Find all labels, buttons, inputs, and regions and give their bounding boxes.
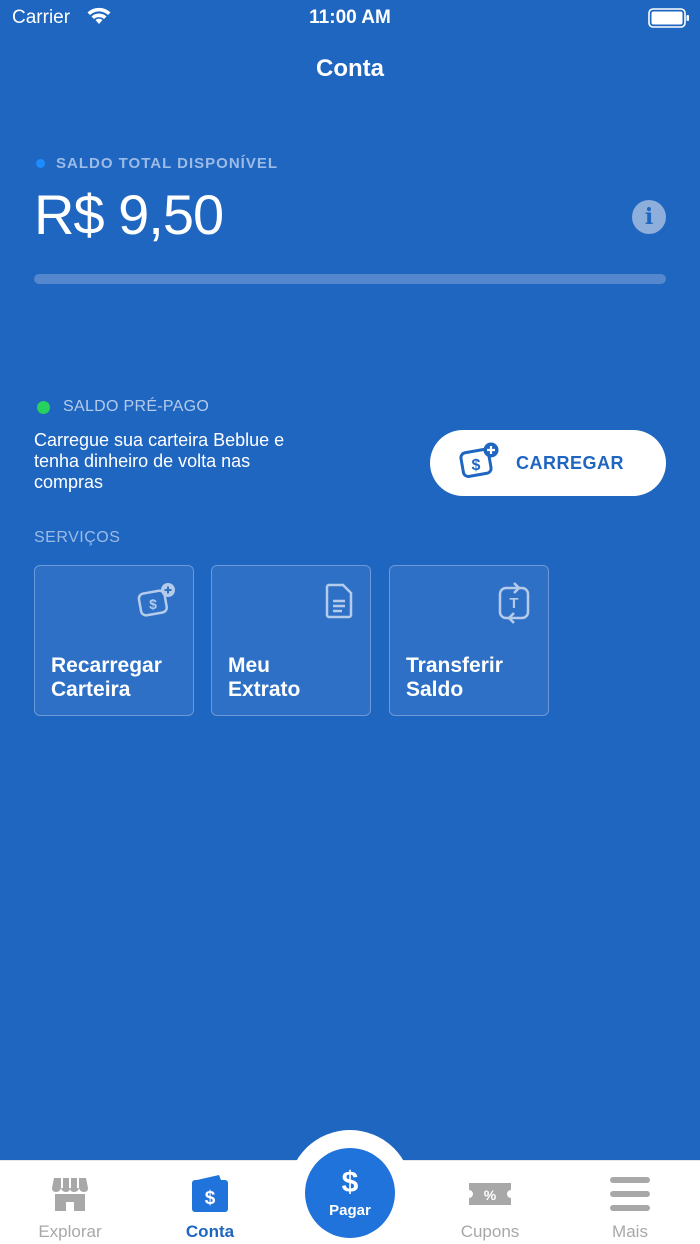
svg-text:$: $ [472,457,481,474]
prepaid-label: SALDO PRÉ-PAGO [63,398,210,415]
prepaid-description: Carregue sua carteira Beblue e tenha din… [34,430,285,492]
svg-text:$: $ [205,1188,216,1209]
balance-dot-icon [36,159,45,168]
tab-conta[interactable]: $ Conta [140,1161,280,1244]
info-icon[interactable]: i [632,200,666,234]
balance-label: SALDO TOTAL DISPONÍVEL [56,155,279,172]
battery-icon [648,8,690,34]
pay-button-label: Pagar [329,1201,371,1219]
wallet-add-icon: $ [458,441,500,486]
prepaid-dot-icon [37,400,50,414]
status-bar: Carrier 11:00 AM [0,0,700,36]
store-icon [50,1174,90,1219]
service-card-title: Recarregar Carteira [51,654,162,701]
tab-label: Mais [612,1222,648,1241]
service-card-title: Meu Extrato [228,654,301,701]
coupon-icon: % [468,1174,512,1219]
svg-text:T: T [509,595,518,612]
tab-explorar[interactable]: Explorar [0,1161,140,1244]
load-wallet-button[interactable]: $ CARREGAR [430,430,666,496]
service-card-recharge-wallet[interactable]: $ Recarregar Carteira [34,565,194,716]
svg-text:%: % [484,1187,497,1203]
balance-label-row: SALDO TOTAL DISPONÍVEL [36,155,278,172]
tab-label: Conta [185,1222,235,1241]
pay-button[interactable]: $ Pagar [305,1148,395,1238]
page-title: Conta [316,55,384,82]
wallet-add-icon: $ [137,582,177,625]
svg-text:$: $ [149,596,157,612]
service-card-statement[interactable]: Meu Extrato [211,565,371,716]
tab-cupons[interactable]: % Cupons [420,1161,560,1244]
prepaid-label-row: SALDO PRÉ-PAGO [37,398,209,416]
transfer-icon: T [496,582,532,629]
tab-mais[interactable]: Mais [560,1161,700,1244]
service-card-transfer-balance[interactable]: T Transferir Saldo [389,565,549,716]
tab-label: Explorar [38,1222,102,1241]
balance-value: R$ 9,50 [34,183,224,246]
menu-icon [609,1174,651,1219]
status-time: 11:00 AM [309,7,391,28]
services-heading: SERVIÇOS [34,529,121,546]
document-icon [324,582,354,625]
wallet-icon: $ [191,1174,229,1219]
load-button-label: CARREGAR [516,452,625,473]
service-card-title: Transferir Saldo [406,654,503,701]
balance-progress-bar [34,274,666,284]
dollar-icon: $ [341,1165,359,1199]
tab-label: Cupons [460,1222,520,1241]
